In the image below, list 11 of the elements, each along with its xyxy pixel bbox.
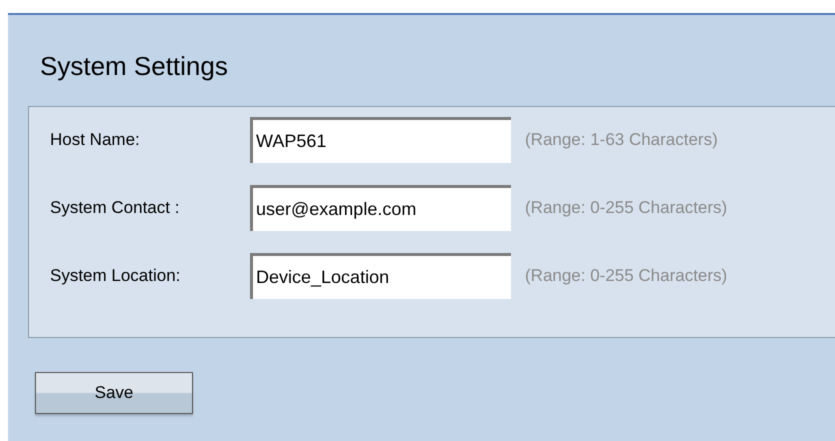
range-hint: (Range: 1-63 Characters) bbox=[525, 129, 718, 152]
field-label: System Location: bbox=[50, 265, 182, 288]
range-hint: (Range: 0-255 Characters) bbox=[525, 197, 728, 220]
page-title: System Settings bbox=[40, 51, 229, 81]
range-hint: (Range: 0-255 Characters) bbox=[525, 265, 728, 288]
save-button[interactable]: Save bbox=[35, 372, 193, 414]
input-field[interactable]: user@example.com bbox=[250, 185, 511, 231]
field-label: Host Name: bbox=[50, 129, 141, 152]
input-field[interactable]: Device_Location bbox=[250, 253, 511, 299]
input-field[interactable]: WAP561 bbox=[250, 117, 511, 163]
field-label: System Contact : bbox=[50, 197, 180, 220]
